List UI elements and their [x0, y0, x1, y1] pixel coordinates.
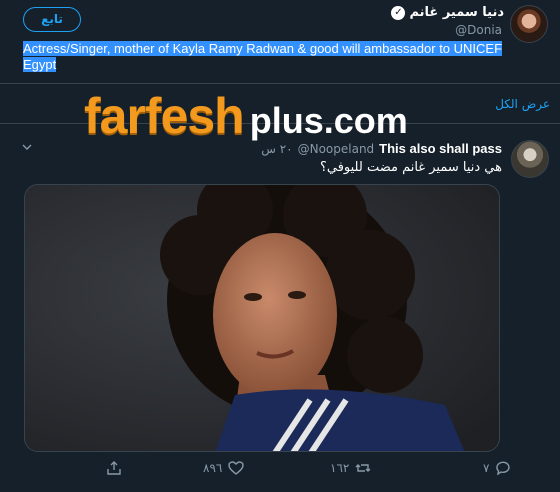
tweet-text: هي دنيا سمير غانم مضت لليوفي؟ [319, 160, 502, 175]
share-icon[interactable] [106, 460, 122, 476]
like-icon[interactable] [228, 460, 245, 476]
profile-card: دنيا سمير غانم ✓ @Donia تابع Actress/Sin… [0, 0, 560, 84]
verified-icon: ✓ [391, 5, 406, 20]
retweet-action[interactable]: ١٦٢ [330, 460, 371, 476]
retweet-icon[interactable] [355, 460, 371, 476]
like-action[interactable]: ٨٩٦ [203, 460, 245, 476]
tweet-header: ٢٠ س @Noopeland This also shall pass [261, 141, 502, 156]
follow-button[interactable]: تابع [23, 7, 81, 32]
tweet-timestamp[interactable]: ٢٠ س [261, 142, 292, 156]
like-count: ٨٩٦ [203, 461, 223, 475]
tweet-actions: ٧ ١٦٢ ٨٩٦ [0, 460, 560, 484]
show-all-link[interactable]: عرض الكل [495, 97, 550, 111]
tweet-author-name[interactable]: This also shall pass [379, 141, 502, 156]
reply-icon[interactable] [495, 460, 511, 476]
profile-avatar[interactable] [510, 5, 548, 43]
profile-name-text: دنيا سمير غانم [409, 5, 504, 20]
profile-handle[interactable]: @Donia [455, 23, 502, 37]
tweet-author-avatar[interactable] [511, 140, 549, 178]
share-action[interactable] [106, 460, 122, 476]
tweet[interactable]: ٢٠ س @Noopeland This also shall pass هي … [0, 124, 560, 492]
reply-action[interactable]: ٧ [483, 460, 511, 476]
photo-illustration [25, 185, 499, 451]
tweet-handle[interactable]: @Noopeland [298, 142, 375, 156]
bio-text: Actress/Singer, mother of Kayla Ramy Rad… [23, 41, 503, 72]
profile-bio: Actress/Singer, mother of Kayla Ramy Rad… [23, 41, 533, 73]
chevron-down-icon[interactable] [22, 142, 32, 152]
tweet-photo[interactable] [24, 184, 500, 452]
reply-count: ٧ [483, 461, 490, 475]
retweet-count: ١٦٢ [330, 461, 350, 475]
profile-name[interactable]: دنيا سمير غانم ✓ [391, 5, 504, 20]
